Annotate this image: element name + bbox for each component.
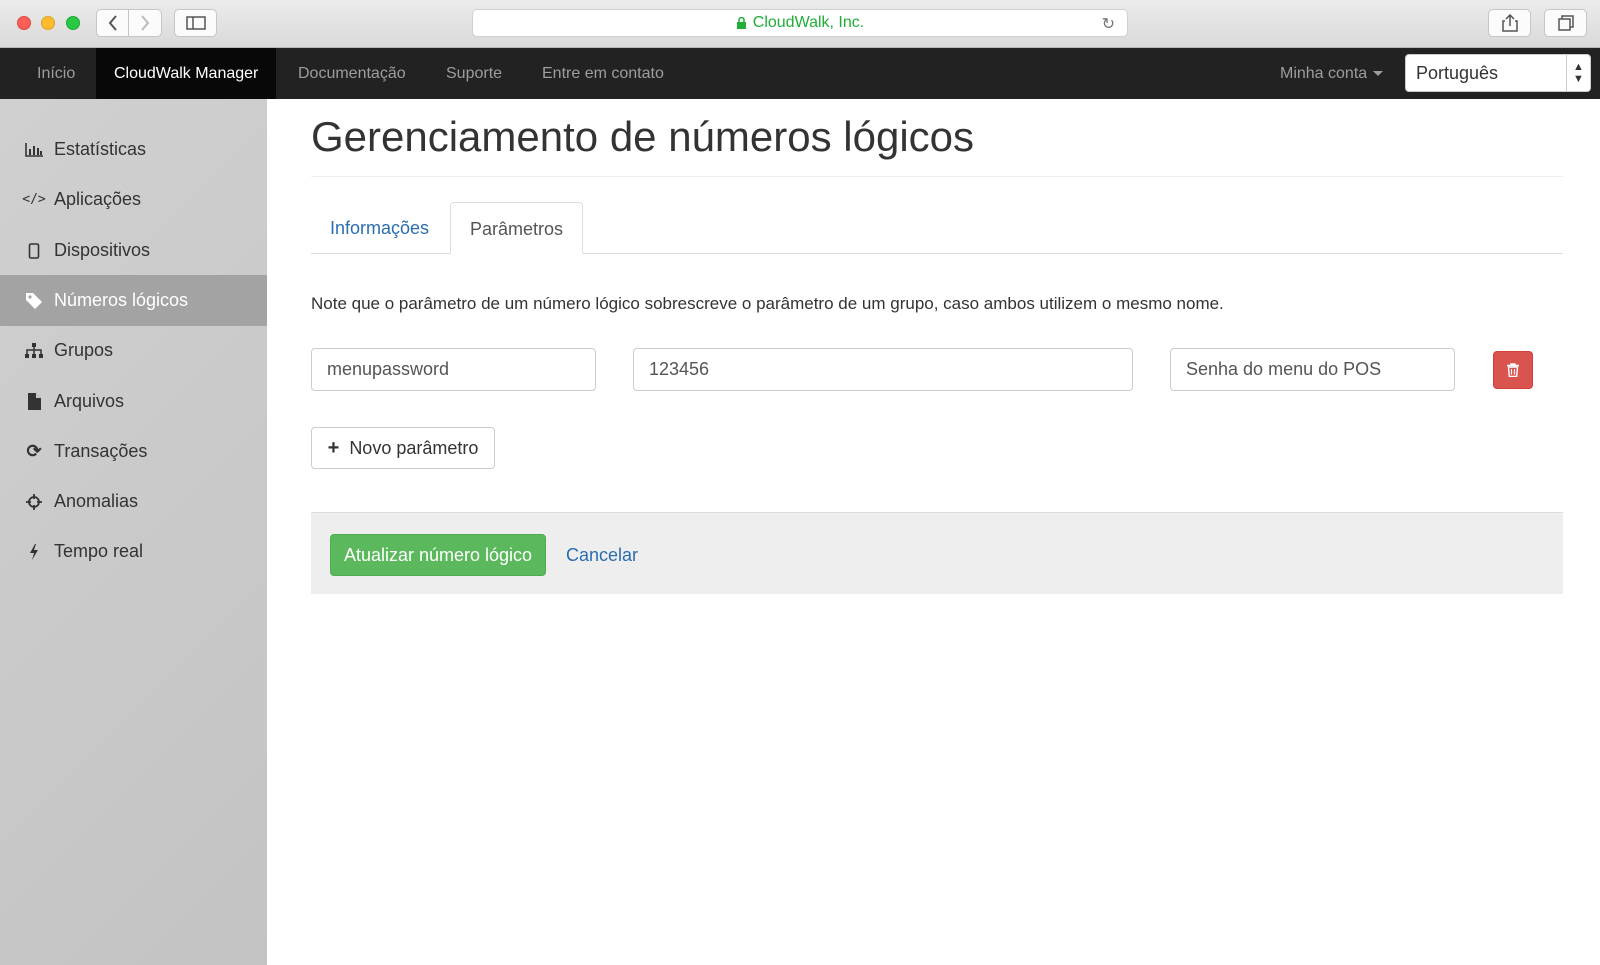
sidebar-item-label: Números lógicos <box>54 290 189 310</box>
language-select[interactable]: Português ▲ ▼ <box>1405 54 1591 92</box>
parameter-name-input[interactable] <box>311 348 596 391</box>
new-parameter-label: Novo parâmetro <box>349 437 479 458</box>
sidebar-item-label: Tempo real <box>54 541 144 561</box>
show-tabs-button[interactable] <box>1544 9 1587 37</box>
sidebar-item-label: Estatísticas <box>54 139 147 159</box>
sidebar-item-aplicacoes[interactable]: </> Aplicações <box>0 174 267 225</box>
parameter-description-input[interactable] <box>1170 348 1455 391</box>
flash-icon <box>24 543 44 560</box>
zoom-window-button[interactable] <box>66 16 80 30</box>
sidebar-item-label: Arquivos <box>54 391 125 411</box>
nav-entre-em-contato[interactable]: Entre em contato <box>542 48 664 99</box>
sidebar-item-grupos[interactable]: Grupos <box>0 325 267 376</box>
refresh-icon: ⟳ <box>26 441 42 461</box>
sidebar-item-tempo-real[interactable]: Tempo real <box>0 526 267 577</box>
back-button[interactable] <box>96 9 129 37</box>
parameters-note: Note que o parâmetro de um número lógico… <box>311 294 1224 313</box>
sidebar-item-estatisticas[interactable]: Estatísticas <box>0 124 267 175</box>
share-button[interactable] <box>1488 9 1531 37</box>
share-icon <box>1501 14 1518 32</box>
sidebar-icon <box>185 16 206 30</box>
page-title: Gerenciamento de números lógicos <box>311 113 975 160</box>
browser-chrome: CloudWalk, Inc. ↻ <box>0 0 1600 48</box>
forward-button[interactable] <box>129 9 162 37</box>
sidebar-item-label: Grupos <box>54 340 114 360</box>
tab-parametros[interactable]: Parâmetros <box>450 202 584 254</box>
chevron-right-icon <box>141 15 150 31</box>
sidebar-item-transacoes[interactable]: ⟳ Transações <box>0 426 267 477</box>
delete-parameter-button[interactable] <box>1493 351 1533 389</box>
sidebar: Estatísticas </> Aplicações Dispositivos… <box>0 99 267 965</box>
tabs-icon <box>1557 15 1574 31</box>
sidebar-item-label: Aplicações <box>54 189 142 209</box>
sitemap-icon <box>24 342 44 359</box>
tab-informacoes[interactable]: Informações <box>311 202 448 254</box>
sidebar-item-label: Anomalias <box>54 491 139 511</box>
code-icon: </> <box>22 192 46 207</box>
account-menu[interactable]: Minha conta <box>1280 48 1384 99</box>
parameter-value-input[interactable] <box>633 348 1133 391</box>
sidebar-item-label: Dispositivos <box>54 240 151 260</box>
minimize-window-button[interactable] <box>41 16 55 30</box>
device-icon <box>24 242 44 259</box>
cancel-link[interactable]: Cancelar <box>566 534 638 576</box>
chevron-left-icon <box>108 15 117 31</box>
tag-icon <box>24 292 44 310</box>
reload-icon[interactable]: ↻ <box>1102 14 1115 34</box>
sidebar-item-label: Transações <box>54 441 148 461</box>
plus-icon: + <box>327 436 340 459</box>
top-navbar: Início CloudWalk Manager Documentação Su… <box>0 48 1600 99</box>
account-label: Minha conta <box>1280 65 1368 82</box>
form-actions: Atualizar número lógico Cancelar <box>311 512 1563 594</box>
sidebar-toggle-button[interactable] <box>174 9 217 37</box>
new-parameter-button[interactable]: + Novo parâmetro <box>311 427 495 469</box>
trash-icon <box>1507 363 1519 377</box>
nav-inicio[interactable]: Início <box>37 48 75 99</box>
crosshair-icon <box>24 493 44 510</box>
sidebar-item-dispositivos[interactable]: Dispositivos <box>0 225 267 276</box>
sidebar-item-arquivos[interactable]: Arquivos <box>0 376 267 427</box>
nav-suporte[interactable]: Suporte <box>446 48 502 99</box>
lock-icon <box>736 16 746 29</box>
sidebar-item-numeros-logicos[interactable]: Números lógicos <box>0 275 267 326</box>
caret-down-icon <box>1373 71 1384 77</box>
close-window-button[interactable] <box>17 16 31 30</box>
address-text: CloudWalk, Inc. <box>752 14 865 31</box>
bar-chart-icon <box>24 142 44 157</box>
nav-documentacao[interactable]: Documentação <box>298 48 406 99</box>
file-icon <box>24 393 44 410</box>
title-divider <box>311 176 1563 177</box>
update-logical-number-button[interactable]: Atualizar número lógico <box>330 534 546 576</box>
sidebar-item-anomalias[interactable]: Anomalias <box>0 476 267 527</box>
nav-cloudwalk-manager[interactable]: CloudWalk Manager <box>96 48 277 99</box>
address-bar[interactable]: CloudWalk, Inc. ↻ <box>472 9 1128 37</box>
language-value: Português <box>1416 63 1499 83</box>
select-arrows-icon: ▲ ▼ <box>1566 55 1590 91</box>
